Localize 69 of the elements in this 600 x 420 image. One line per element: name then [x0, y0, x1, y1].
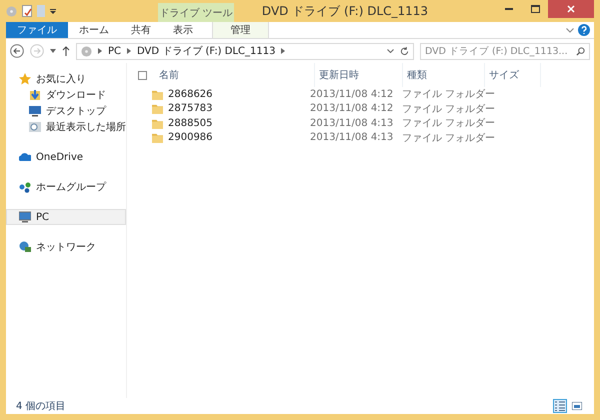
- drive-icon: [6, 6, 17, 16]
- file-name[interactable]: 2900986: [168, 132, 213, 144]
- table-cell-text: 2013/11/08 4:12: [309, 103, 394, 114]
- dropdown-icon[interactable]: [50, 8, 56, 14]
- item-count: 4 個の項目: [16, 400, 66, 413]
- ribbon-tab[interactable]: 共有: [120, 22, 162, 38]
- large-icons-view-button[interactable]: [570, 399, 584, 413]
- table-cell-text: ファイル フォルダー: [401, 102, 496, 116]
- table-cell-text: 2013/11/08 4:13: [309, 118, 394, 129]
- search-field[interactable]: DVD ドライブ (F:) DLC_1113...: [420, 42, 590, 60]
- nav-pc-icon: [19, 211, 31, 223]
- up-icon[interactable]: [62, 46, 70, 56]
- nav-item[interactable]: 最近表示した場所: [6, 119, 126, 135]
- folder-icon: [152, 88, 163, 100]
- ribbon-tab[interactable]: ホーム: [68, 22, 120, 38]
- nav-item[interactable]: OneDrive: [6, 149, 126, 165]
- column-header[interactable]: 種類: [403, 63, 485, 87]
- chevron-icon[interactable]: [281, 48, 286, 54]
- dropdown-icon[interactable]: [387, 49, 394, 53]
- folder-icon: [152, 132, 163, 144]
- help-icon[interactable]: [578, 24, 590, 36]
- breadcrumb[interactable]: PC: [108, 46, 122, 56]
- nav-item[interactable]: ホームグループ: [6, 179, 126, 195]
- nav-item[interactable]: PC: [6, 209, 126, 225]
- nav-desktop-icon: [29, 105, 41, 117]
- chevron-icon[interactable]: [127, 48, 132, 54]
- nav-onedrive-icon: [19, 151, 31, 163]
- table-cell-text: ファイル フォルダー: [401, 132, 496, 145]
- file-name[interactable]: 2888505: [168, 118, 213, 129]
- maximize-icon[interactable]: [530, 5, 540, 13]
- address-bar[interactable]: PC DVD ドライブ (F:) DLC_1113: [76, 42, 414, 60]
- column-header[interactable]: サイズ: [485, 63, 541, 87]
- details-view-button[interactable]: [553, 399, 567, 413]
- recent-locations-icon[interactable]: [50, 49, 56, 53]
- breadcrumb[interactable]: DVD ドライブ (F:) DLC_1113: [137, 44, 276, 58]
- ribbon-tab[interactable]: ファイル: [6, 22, 68, 38]
- column-header[interactable]: 更新日時: [315, 63, 403, 87]
- table-cell-text: 2013/11/08 4:13: [309, 132, 394, 144]
- close-icon: [567, 5, 575, 13]
- file-name[interactable]: 2868626: [168, 88, 213, 100]
- back-icon[interactable]: [10, 44, 24, 58]
- folder-icon: [152, 103, 163, 114]
- contextual-tab-group-label: ドライブ ツール: [158, 3, 234, 22]
- nav-item[interactable]: ダウンロード: [6, 87, 126, 103]
- nav-item[interactable]: ネットワーク: [6, 239, 126, 255]
- search-icon[interactable]: [576, 46, 585, 56]
- ribbon-tab[interactable]: 管理: [212, 22, 269, 38]
- ribbon-tab[interactable]: 表示: [162, 22, 204, 38]
- nav-homegroup-icon: [19, 181, 31, 193]
- nav-network-icon: [19, 241, 31, 253]
- nav-favorites-icon: [19, 73, 31, 85]
- table-cell-text: 2013/11/08 4:12: [309, 88, 394, 100]
- folder-icon: [152, 118, 163, 129]
- window-title: DVD ドライブ (F:) DLC_1113: [260, 2, 430, 20]
- table-cell-text: ファイル フォルダー: [401, 117, 496, 130]
- refresh-icon[interactable]: [400, 46, 409, 56]
- table-cell-text: ファイル フォルダー: [401, 88, 496, 102]
- select-all-checkbox[interactable]: [138, 70, 147, 80]
- nav-download-icon: [29, 89, 41, 101]
- nav-recent-icon: [29, 121, 41, 133]
- nav-item[interactable]: デスクトップ: [6, 103, 126, 119]
- close-button[interactable]: [548, 0, 594, 18]
- drive-icon: [81, 46, 92, 56]
- expand-ribbon-icon[interactable]: [566, 28, 574, 32]
- column-header[interactable]: 名前: [155, 63, 315, 87]
- file-name[interactable]: 2875783: [168, 103, 213, 114]
- properties-icon[interactable]: [22, 5, 32, 17]
- nav-item[interactable]: お気に入り: [6, 71, 126, 87]
- chevron-icon[interactable]: [98, 48, 102, 54]
